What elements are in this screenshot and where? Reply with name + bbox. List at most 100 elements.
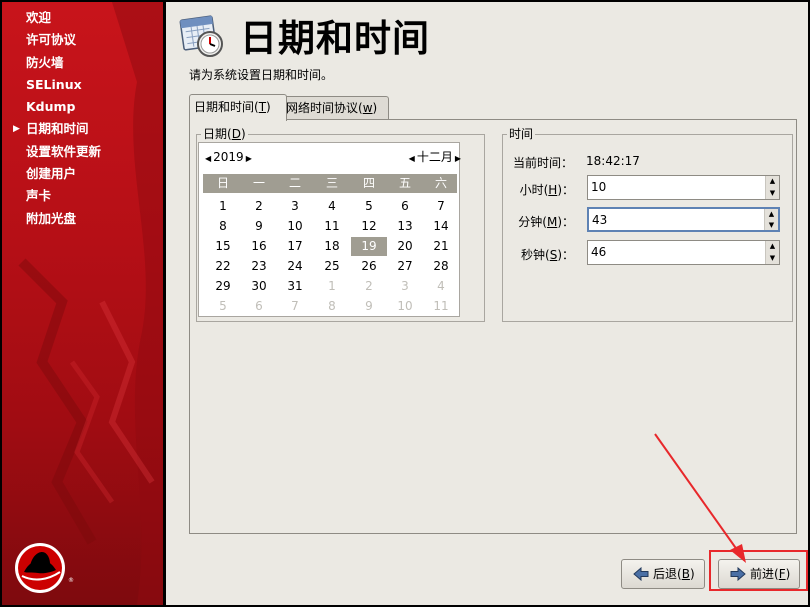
calendar-day[interactable]: 1	[205, 197, 241, 216]
weekday-label: 二	[288, 176, 301, 190]
sidebar-item: 许可协议	[2, 29, 163, 51]
calendar-day[interactable]: 9	[241, 217, 277, 236]
calendar[interactable]: ◀ 2019 ▶ ◀ 十二月 ▶ 日一二三四五六 1 2 3 4 5 6 7 8 9 10 11 12 13 14…	[198, 142, 463, 317]
time-group-label: 时间	[507, 127, 536, 141]
redhat-logo: ®	[15, 543, 74, 593]
prev-year-icon[interactable]: ◀	[203, 149, 213, 169]
minute-mnemonic: M	[546, 215, 558, 229]
calendar-day[interactable]: 28	[423, 257, 459, 276]
decrement-icon[interactable]: ▼	[766, 253, 779, 265]
increment-icon[interactable]: ▲	[765, 209, 778, 220]
tab-label: 网络时间协议	[286, 101, 359, 115]
calendar-day[interactable]: 9	[351, 297, 387, 316]
date-mnemonic: D	[231, 127, 241, 141]
sidebar-item-label: 附加光盘	[26, 210, 77, 226]
calendar-day[interactable]: 25	[314, 257, 350, 276]
sidebar-item: 设置软件更新	[2, 141, 163, 163]
sidebar-item: 欢迎	[2, 7, 163, 29]
sidebar-item: ▶ 日期和时间	[2, 118, 163, 140]
sidebar-item-label: 声卡	[26, 188, 52, 204]
sidebar-step-list: 欢迎 许可协议 防火墙 SELinux Kdump ▶ 日期和时间 设置软件更新 创建用户 声卡附…	[2, 7, 163, 230]
calendar-day[interactable]: 10	[277, 217, 313, 236]
calendar-day[interactable]: 22	[205, 257, 241, 276]
hour-label-text: 小时	[519, 183, 544, 197]
calendar-day[interactable]: 16	[241, 237, 277, 256]
calendar-day[interactable]: 18	[314, 237, 350, 256]
calendar-day[interactable]: 20	[387, 237, 423, 256]
instruction-text: 请为系统设置日期和时间。	[189, 68, 334, 82]
decrement-icon[interactable]: ▼	[765, 220, 778, 231]
hour-spinner[interactable]: ▲ ▼	[587, 175, 780, 200]
hour-stepper: ▲ ▼	[765, 176, 779, 199]
increment-icon[interactable]: ▲	[766, 176, 779, 188]
sidebar-item-label: Kdump	[26, 99, 76, 115]
calendar-day[interactable]: 4	[314, 197, 350, 216]
calendar-day[interactable]: 21	[423, 237, 459, 256]
sidebar-item-label: 欢迎	[26, 10, 52, 25]
calendar-day[interactable]: 6	[241, 297, 277, 316]
second-mnemonic: S	[549, 248, 558, 262]
calendar-day[interactable]: 30	[241, 277, 277, 296]
minute-stepper: ▲ ▼	[764, 209, 778, 230]
month-navigator: ◀ 十二月 ▶	[407, 147, 463, 167]
second-input[interactable]	[591, 243, 761, 261]
minute-input[interactable]	[592, 211, 762, 229]
weekday-label: 日	[216, 176, 229, 190]
calendar-day[interactable]: 8	[205, 217, 241, 236]
sidebar-item-label: 许可协议	[26, 32, 77, 48]
second-label: 秒钟(S)：	[520, 248, 574, 262]
calendar-day[interactable]: 26	[351, 257, 387, 276]
calendar-day[interactable]: 5	[351, 197, 387, 216]
sidebar-item-label: 日期和时间	[26, 121, 89, 137]
calendar-day[interactable]: 2	[241, 197, 277, 216]
date-group-label: 日期(D)	[201, 127, 248, 141]
calendar-day[interactable]: 17	[277, 237, 313, 256]
calendar-day[interactable]: 23	[241, 257, 277, 276]
calendar-day[interactable]: 3	[387, 277, 423, 296]
calendar-day[interactable]: 3	[277, 197, 313, 216]
annotation-arrow	[654, 433, 746, 563]
calendar-day[interactable]: 1	[314, 277, 350, 296]
second-stepper: ▲ ▼	[765, 241, 779, 264]
sidebar: 欢迎 许可协议 防火墙 SELinux Kdump ▶ 日期和时间 设置软件更新 创建用户 声卡附…	[2, 2, 163, 605]
year-label: 2019	[213, 150, 244, 164]
weekday-label: 四	[362, 176, 375, 190]
weekday-label: 六	[434, 176, 447, 190]
current-step-arrow-icon: ▶	[13, 124, 20, 135]
weekday-header: 日一二三四五六	[203, 174, 457, 193]
second-spinner[interactable]: ▲ ▼	[587, 240, 780, 265]
calendar-day[interactable]: 12	[351, 217, 387, 236]
calendar-day[interactable]: 8	[314, 297, 350, 316]
calendar-day[interactable]: 24	[277, 257, 313, 276]
increment-icon[interactable]: ▲	[766, 241, 779, 253]
calendar-day[interactable]: 29	[205, 277, 241, 296]
prev-month-icon[interactable]: ◀	[407, 149, 417, 169]
calendar-day[interactable]: 5	[205, 297, 241, 316]
calendar-day[interactable]: 13	[387, 217, 423, 236]
next-month-icon[interactable]: ▶	[453, 149, 463, 169]
calendar-day[interactable]: 10	[387, 297, 423, 316]
calendar-day[interactable]: 11	[314, 217, 350, 236]
tab-network-time-protocol[interactable]: 网络时间协议(w)	[281, 96, 389, 120]
calendar-day[interactable]: 7	[277, 297, 313, 316]
calendar-day[interactable]: 19	[351, 237, 387, 256]
tab-date-and-time[interactable]: 日期和时间(T)	[189, 94, 287, 121]
calendar-day[interactable]: 6	[387, 197, 423, 216]
calendar-clock-icon	[179, 15, 223, 57]
calendar-day[interactable]: 15	[205, 237, 241, 256]
calendar-day[interactable]: 27	[387, 257, 423, 276]
calendar-day[interactable]: 7	[423, 197, 459, 216]
decrement-icon[interactable]: ▼	[766, 188, 779, 200]
current-time-value: 18:42:17	[586, 154, 640, 168]
calendar-day[interactable]: 11	[423, 297, 459, 316]
next-year-icon[interactable]: ▶	[244, 149, 254, 169]
tab-mnemonic: w	[362, 101, 373, 115]
calendar-day[interactable]: 2	[351, 277, 387, 296]
hour-input[interactable]	[591, 178, 761, 196]
calendar-day[interactable]: 31	[277, 277, 313, 296]
year-navigator: ◀ 2019 ▶	[203, 147, 254, 167]
hour-label: 小时(H)：	[519, 183, 574, 197]
calendar-day[interactable]: 4	[423, 277, 459, 296]
calendar-day[interactable]: 14	[423, 217, 459, 236]
minute-spinner[interactable]: ▲ ▼	[587, 207, 780, 232]
